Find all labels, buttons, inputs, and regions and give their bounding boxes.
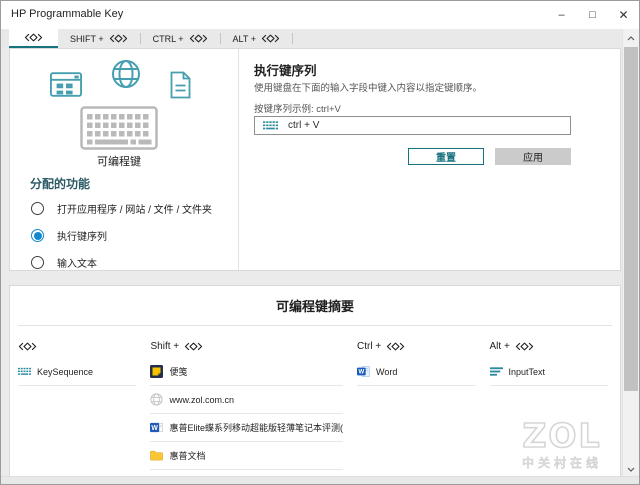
- scrollbar-thumb[interactable]: [624, 47, 638, 391]
- modifier-label: Alt +: [489, 340, 510, 352]
- app-window-icon: [50, 72, 82, 97]
- tab-separator: [291, 33, 293, 44]
- key-sequence-heading: 执行键序列: [254, 64, 317, 78]
- tab-shift-key[interactable]: SHIFT +: [58, 29, 140, 48]
- function-options: 打开应用程序 / 网站 / 文件 / 文件夹 执行键序列输入文本: [31, 195, 212, 276]
- summary-item-label: Word: [376, 366, 398, 377]
- key-config-panel: 可编程键 分配的功能 打开应用程序 / 网站 / 文件 / 文件夹 执行键序列 输入…: [9, 48, 621, 271]
- radio-label: 执行键序列: [57, 232, 107, 243]
- hp-key-glyph-icon: [189, 34, 208, 43]
- tab-label: SHIFT +: [70, 33, 104, 44]
- scroll-down-icon[interactable]: [623, 461, 639, 477]
- summary-column-key: KeySequence: [18, 334, 137, 470]
- svg-text:W: W: [152, 425, 159, 432]
- action-buttons: 重置 应用: [254, 148, 571, 165]
- hp-key-glyph-icon: [261, 34, 280, 43]
- summary-item-label: InputText: [508, 366, 546, 377]
- panel-divider: [238, 49, 239, 270]
- hp-key-glyph-icon: [18, 342, 37, 351]
- hp-key-glyph-icon: [386, 342, 405, 351]
- scroll-up-icon[interactable]: [623, 30, 639, 46]
- summary-item-label: www.zol.com.cn: [169, 394, 235, 405]
- radio-indicator[interactable]: [31, 229, 44, 242]
- tab-label: CTRL +: [152, 33, 184, 44]
- summary-header-shift: Shift +: [150, 334, 343, 358]
- tab-key[interactable]: [9, 29, 58, 48]
- summary-item[interactable]: 惠普文档: [150, 442, 343, 470]
- modifier-label: Shift +: [150, 340, 180, 352]
- text-lines-icon: [489, 365, 503, 378]
- window-bottom-edge: [1, 476, 639, 484]
- summary-item[interactable]: W Word: [357, 358, 476, 386]
- close-button[interactable]: ✕: [608, 1, 639, 29]
- action-icons-row: [50, 59, 192, 99]
- key-sequence-input[interactable]: ctrl + V: [254, 116, 571, 135]
- summary-item[interactable]: 便笺: [150, 358, 343, 386]
- summary-item[interactable]: KeySequence: [18, 358, 137, 386]
- radio-label: 输入文本: [57, 259, 97, 270]
- window-title: HP Programmable Key: [11, 8, 124, 20]
- svg-text:W: W: [358, 370, 364, 376]
- hp-key-glyph-icon: [515, 342, 534, 351]
- globe-icon: [111, 59, 141, 89]
- summary-divider: [18, 325, 612, 326]
- vertical-scrollbar[interactable]: [622, 29, 639, 478]
- summary-grid: KeySequence Shift + 便笺 www.zol.com.cn W 惠普Eli…: [10, 334, 620, 470]
- document-icon: [169, 71, 192, 99]
- keyboard-small-icon: [263, 121, 278, 130]
- globe-gray-icon: [150, 393, 164, 406]
- assigned-functions-heading: 分配的功能: [30, 177, 91, 191]
- tab-bar: SHIFT + CTRL + ALT +: [1, 29, 622, 48]
- summary-item-label: 便笺: [169, 367, 188, 377]
- tab-alt-key[interactable]: ALT +: [221, 29, 292, 48]
- programmable-key-label: 可编程键: [97, 156, 141, 168]
- maximize-button[interactable]: □: [577, 1, 608, 29]
- summary-item[interactable]: InputText: [489, 358, 608, 386]
- key-sequence-example: 按键序列示例: ctrl+V: [254, 104, 341, 115]
- hp-key-glyph-icon: [184, 342, 203, 351]
- summary-header-ctrl: Ctrl +: [357, 334, 476, 358]
- summary-item[interactable]: W 惠普Elite蝶系列移动超能版轻薄笔记本评测(: [150, 414, 343, 442]
- word-doc-file-icon: W: [150, 421, 164, 434]
- window-controls: – □ ✕: [546, 1, 639, 29]
- radio-key-sequence[interactable]: 执行键序列: [31, 222, 212, 249]
- summary-column-shift: Shift + 便笺 www.zol.com.cn W 惠普Elite蝶系列移动超能版轻…: [150, 334, 343, 470]
- summary-header-key: [18, 334, 136, 358]
- summary-item-label: KeySequence: [37, 366, 94, 377]
- apply-button[interactable]: 应用: [495, 148, 571, 165]
- key-sequence-value: ctrl + V: [288, 120, 320, 131]
- radio-input-text[interactable]: 输入文本: [31, 249, 212, 276]
- folder-icon: [150, 449, 164, 462]
- hp-key-glyph-icon: [109, 34, 128, 43]
- keyboard-icon: [80, 106, 158, 150]
- radio-indicator[interactable]: [31, 256, 44, 269]
- sticky-notes-icon: [150, 365, 164, 378]
- radio-open-app-website-file[interactable]: 打开应用程序 / 网站 / 文件 / 文件夹: [31, 195, 212, 222]
- reset-button[interactable]: 重置: [408, 148, 484, 165]
- tab-ctrl-key[interactable]: CTRL +: [141, 29, 220, 48]
- tab-label: ALT +: [232, 33, 256, 44]
- summary-item[interactable]: www.zol.com.cn: [150, 386, 343, 414]
- key-sequence-description: 使用键盘在下面的输入字段中键入内容以指定键顺序。: [254, 83, 483, 94]
- keyboard-small-icon: [18, 365, 31, 378]
- summary-column-alt: Alt + InputText: [489, 334, 608, 470]
- hp-key-glyph-icon: [24, 33, 43, 42]
- summary-item-label: 惠普Elite蝶系列移动超能版轻薄笔记本评测(: [169, 423, 343, 433]
- summary-panel: 可编程键摘要 KeySequence Shift + 便笺 www.zol.com.c…: [9, 285, 621, 478]
- summary-header-alt: Alt +: [490, 334, 608, 358]
- modifier-label: Ctrl +: [357, 340, 382, 352]
- radio-label: 打开应用程序 / 网站 / 文件 / 文件夹: [57, 205, 213, 216]
- title-bar: HP Programmable Key – □ ✕: [1, 1, 639, 29]
- minimize-button[interactable]: –: [546, 1, 577, 29]
- app-window: HP Programmable Key – □ ✕ SHIFT + CTRL + A…: [0, 0, 640, 485]
- summary-item-label: 惠普文档: [169, 451, 206, 461]
- radio-indicator[interactable]: [31, 202, 44, 215]
- word-app-icon: W: [357, 365, 370, 378]
- summary-heading: 可编程键摘要: [275, 299, 354, 314]
- summary-column-ctrl: Ctrl + W Word: [357, 334, 476, 470]
